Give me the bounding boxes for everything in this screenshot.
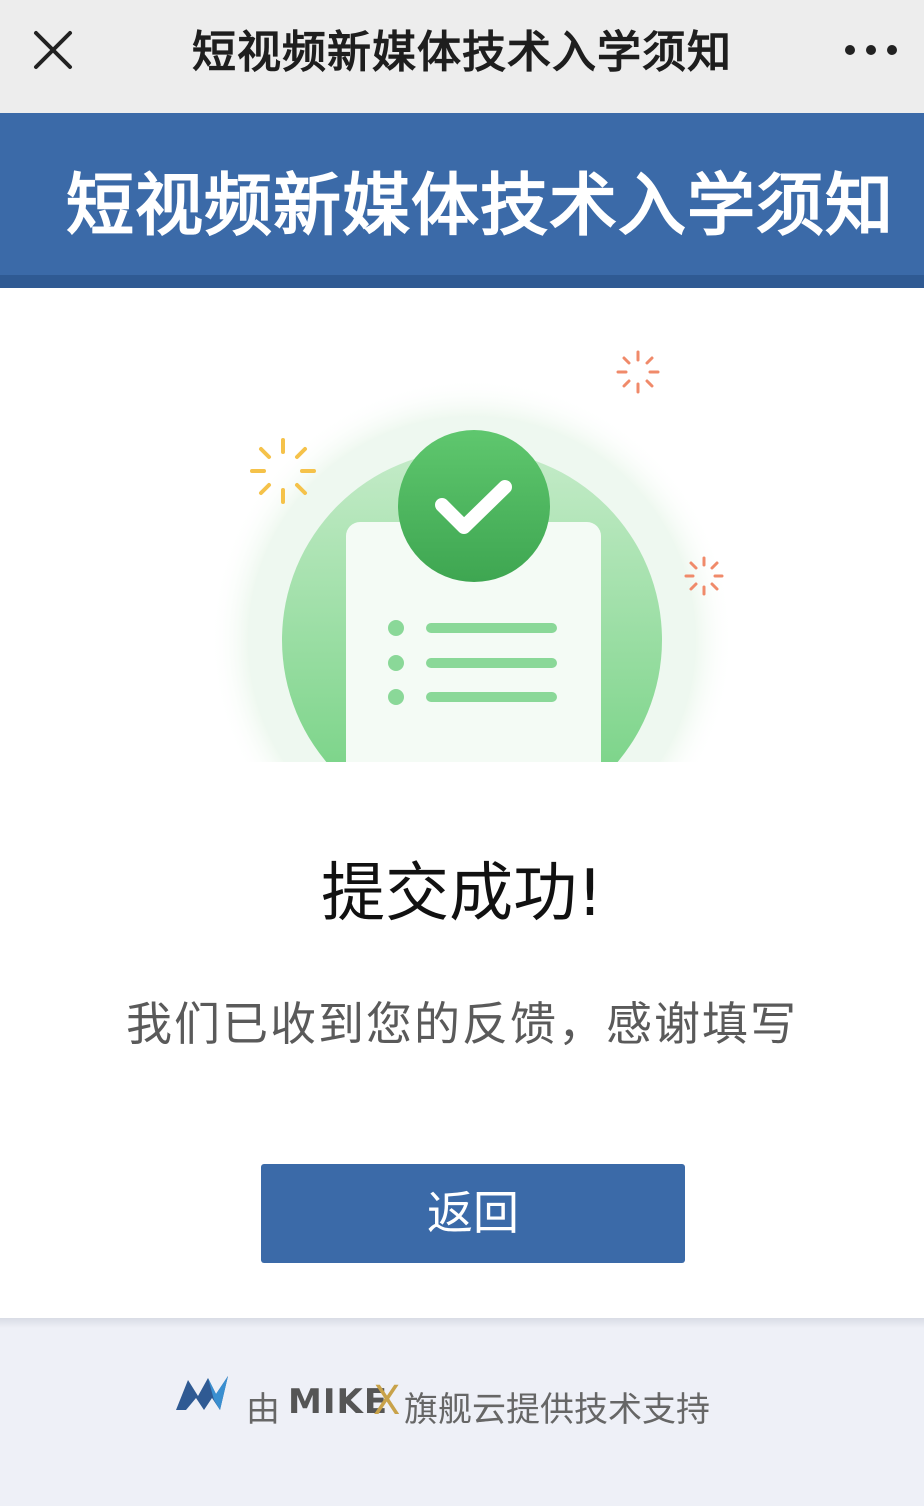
more-dots-icon[interactable] <box>842 38 902 62</box>
banner-title: 短视频新媒体技术入学须知 <box>66 167 895 246</box>
success-title: 提交成功! <box>321 857 603 931</box>
nav-bar: 短视频新媒体技术入学须知 <box>0 0 924 113</box>
footer-brand-x: X <box>373 1378 401 1424</box>
footer-divider <box>0 1318 924 1328</box>
mikex-logo-icon <box>176 1376 228 1410</box>
footer: 由 MIKE X 旗舰云提供技术支持 <box>0 1372 924 1432</box>
checkmark-document-icon <box>210 350 734 762</box>
footer-prefix: 由 <box>246 1390 280 1430</box>
success-message: 我们已收到您的反馈，感谢填写 <box>126 997 798 1051</box>
header-divider <box>0 275 924 288</box>
back-button[interactable]: 返回 <box>261 1164 685 1263</box>
footer-suffix: 旗舰云提供技术支持 <box>404 1390 710 1430</box>
nav-title: 短视频新媒体技术入学须知 <box>192 27 732 78</box>
